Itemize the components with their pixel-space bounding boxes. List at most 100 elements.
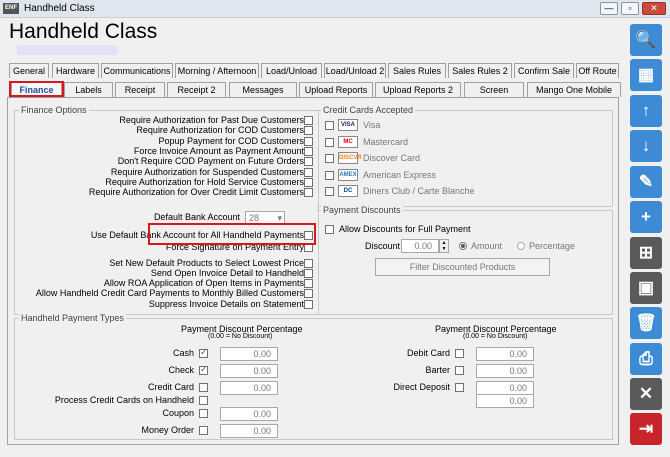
tab-hardware[interactable]: Hardware	[52, 63, 99, 78]
option-checkbox-force-invoice-amount-as-payment-amount[interactable]	[304, 146, 313, 156]
tab-load-unload-2[interactable]: Load/Unload 2	[324, 63, 386, 78]
left-checkbox-process-credit-cards-on-handheld[interactable]	[199, 396, 208, 405]
tab-confirm-sale[interactable]: Confirm Sale	[514, 63, 574, 78]
finance-tab-highlight	[9, 81, 64, 97]
tab-receipt-2[interactable]: Receipt 2	[167, 82, 226, 97]
left-checkbox-credit-card[interactable]	[199, 383, 208, 392]
option-label-send-open-invoice-detail-to-handheld: Send Open Invoice Detail to Handheld	[150, 268, 304, 278]
option-checkbox-require-authorization-for-cod-customers[interactable]	[304, 126, 313, 136]
arrow-up-button[interactable]: ↑	[630, 95, 662, 127]
left-label-cash: Cash	[172, 348, 194, 358]
left-checkbox-check[interactable]	[199, 364, 208, 375]
delete-icon: 🗑	[635, 313, 657, 332]
tab-load-unload[interactable]: Load/Unload	[261, 63, 322, 78]
cancel-button[interactable]: ✕	[630, 378, 662, 410]
option-label-require-authorization-for-cod-customers: Require Authorization for COD Customers	[136, 125, 304, 136]
app-icon: ENF	[3, 3, 19, 14]
left-label-coupon: Coupon	[162, 408, 194, 418]
right-discount-input[interactable]: 0.00	[476, 364, 534, 378]
exit-button[interactable]: ⇥	[630, 413, 662, 445]
tab-upload-reports-2[interactable]: Upload Reports 2	[375, 82, 461, 97]
left-discount-subheader: (0.00 = No Discount)	[208, 333, 273, 340]
tab-screen[interactable]: Screen	[464, 82, 524, 97]
tab-communications[interactable]: Communications	[101, 63, 173, 78]
option-label-suppress-invoice-details-on-statement: Suppress Invoice Details on Statement	[148, 299, 304, 309]
tab-general[interactable]: General	[9, 63, 49, 78]
close-button[interactable]: ✕	[642, 2, 666, 15]
discount-spinner[interactable]: ▲ ▼	[439, 239, 449, 253]
window-title: Handheld Class	[24, 3, 95, 14]
option-checkbox-suppress-invoice-details-on-statement[interactable]	[304, 300, 313, 309]
percentage-radio[interactable]	[517, 242, 525, 250]
option-checkbox-popup-payment-for-cod-customers[interactable]	[304, 136, 313, 146]
option-label-allow-roa-application-of-open-items-in-payments: Allow ROA Application of Open Items in P…	[103, 278, 304, 288]
tab-labels[interactable]: Labels	[64, 82, 113, 97]
option-checkbox-require-authorization-for-past-due-customers[interactable]	[304, 116, 313, 125]
left-checkbox-cash[interactable]	[199, 347, 208, 358]
default-bank-label: Default Bank Account	[153, 212, 240, 222]
card-checkbox-american-express[interactable]	[325, 170, 334, 180]
left-discount-input[interactable]: 0.00	[220, 381, 278, 395]
allow-discounts-checkbox[interactable]	[325, 225, 334, 234]
right-discount-input[interactable]: 0.00	[476, 347, 534, 361]
amount-radio[interactable]	[459, 242, 467, 250]
left-checkbox-coupon[interactable]	[199, 409, 208, 418]
left-discount-input[interactable]: 0.00	[220, 364, 278, 378]
save-as-icon: ⊞	[638, 243, 654, 262]
save-as-button[interactable]: ⊞	[630, 237, 662, 269]
tab-off-route[interactable]: Off Route	[576, 63, 619, 78]
option-checkbox-allow-roa-application-of-open-items-in-payments[interactable]	[304, 279, 313, 288]
exit-icon: ⇥	[638, 419, 654, 438]
option-checkbox-set-new-default-products-to-select-lowest-price[interactable]	[304, 259, 313, 268]
left-checkbox-money-order[interactable]	[199, 426, 208, 435]
cancel-icon: ✕	[638, 384, 654, 403]
print-button[interactable]: ⎙	[630, 343, 662, 375]
option-checkbox-require-authorization-for-over-credit-limit-customers[interactable]	[304, 188, 313, 198]
card-checkbox-diners-club-carte-blanche[interactable]	[325, 187, 334, 196]
edit-button[interactable]: ✎	[630, 166, 662, 198]
grid-view-button[interactable]: ▦	[630, 59, 662, 91]
card-label-american-express: American Express	[363, 169, 437, 180]
arrow-down-icon: ↓	[641, 136, 651, 155]
payment-discounts-group: Payment Discounts Allow Discounts for Fu…	[317, 205, 613, 315]
left-discount-input[interactable]: 0.00	[220, 424, 278, 438]
option-checkbox-require-authorization-for-suspended-customers[interactable]	[304, 167, 313, 177]
tab-receipt[interactable]: Receipt	[115, 82, 165, 97]
tab-mango-one-mobile[interactable]: Mango One Mobile	[527, 82, 621, 97]
right-discount-input[interactable]: 0.00	[476, 394, 534, 408]
left-discount-input[interactable]: 0.00	[220, 347, 278, 361]
option-label-require-authorization-for-suspended-customers: Require Authorization for Suspended Cust…	[110, 166, 304, 177]
tab-upload-reports[interactable]: Upload Reports	[299, 82, 373, 97]
maximize-button[interactable]: ▫	[621, 2, 639, 15]
tab-sales-rules[interactable]: Sales Rules	[388, 63, 446, 78]
card-checkbox-mastercard[interactable]	[325, 137, 334, 147]
save-button[interactable]: ▣	[630, 272, 662, 304]
arrow-down-button[interactable]: ↓	[630, 130, 662, 162]
right-discount-input[interactable]: 0.00	[476, 381, 534, 395]
option-label-set-new-default-products-to-select-lowest-price: Set New Default Products to Select Lowes…	[109, 258, 304, 268]
tab-messages[interactable]: Messages	[229, 82, 297, 97]
minimize-button[interactable]: —	[600, 2, 618, 15]
option-label-allow-handheld-credit-card-payments-to-monthly-billed-customers: Allow Handheld Credit Card Payments to M…	[35, 288, 304, 298]
new-document-button[interactable]: +	[630, 201, 662, 233]
option-checkbox-don-t-require-cod-payment-on-future-orders[interactable]	[304, 157, 313, 167]
delete-button[interactable]: 🗑	[630, 307, 662, 339]
option-label-require-authorization-for-over-credit-limit-customers: Require Authorization for Over Credit Li…	[88, 187, 304, 198]
finance-panel: Finance Options Require Authorization fo…	[7, 97, 619, 445]
left-discount-input[interactable]: 0.00	[220, 407, 278, 421]
left-label-credit-card: Credit Card	[147, 382, 194, 392]
card-checkbox-discover-card[interactable]	[325, 154, 334, 163]
option-checkbox-allow-handheld-credit-card-payments-to-monthly-billed-customers[interactable]	[304, 289, 313, 298]
filter-discounted-products-button[interactable]: Filter Discounted Products	[375, 258, 550, 276]
card-checkbox-visa[interactable]	[325, 121, 334, 130]
search-button[interactable]: 🔍	[630, 24, 662, 56]
right-checkbox-barter[interactable]	[455, 366, 464, 375]
right-checkbox-debit-card[interactable]	[455, 349, 464, 358]
option-checkbox-require-authorization-for-hold-service-customers[interactable]	[304, 177, 313, 187]
discount-input[interactable]: 0.00	[401, 239, 439, 253]
discover-card-icon: DISCVR	[338, 152, 362, 164]
tab-sales-rules-2[interactable]: Sales Rules 2	[448, 63, 512, 78]
option-checkbox-send-open-invoice-detail-to-handheld[interactable]	[304, 269, 313, 278]
tab-morning-afternoon[interactable]: Morning / Afternoon	[175, 63, 259, 78]
right-checkbox-direct-deposit[interactable]	[455, 383, 464, 392]
